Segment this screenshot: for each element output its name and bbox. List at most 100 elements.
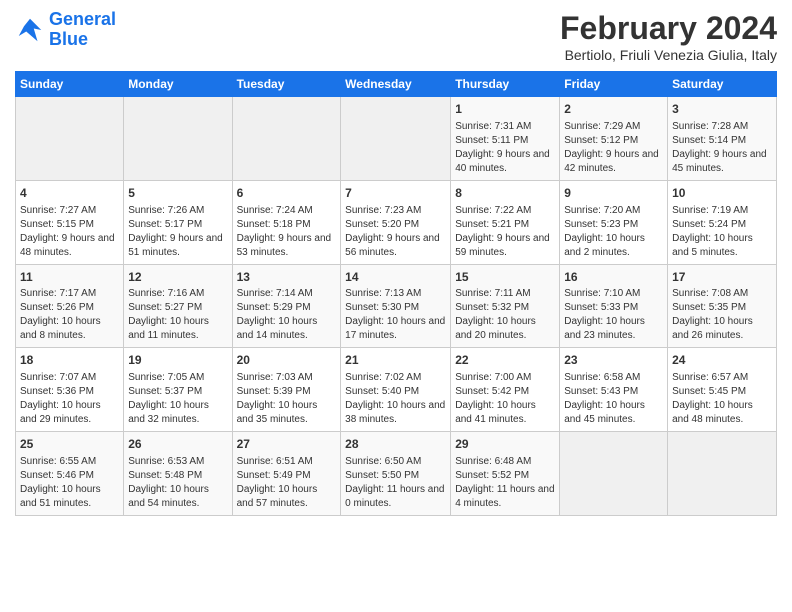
- day-of-week-header: Friday: [560, 72, 668, 97]
- day-info: Sunrise: 6:57 AM Sunset: 5:45 PM Dayligh…: [672, 371, 772, 427]
- day-number: 16: [564, 269, 663, 286]
- calendar-cell: 5 Sunrise: 7:26 AM Sunset: 5:17 PM Daylig…: [124, 180, 232, 264]
- day-info: Sunrise: 7:23 AM Sunset: 5:20 PM Dayligh…: [345, 204, 446, 260]
- day-number: 5: [128, 185, 227, 202]
- day-info: Sunrise: 7:24 AM Sunset: 5:18 PM Dayligh…: [237, 204, 337, 260]
- day-of-week-header: Wednesday: [341, 72, 451, 97]
- logo-icon: [15, 15, 45, 45]
- day-number: 21: [345, 352, 446, 369]
- day-info: Sunrise: 7:10 AM Sunset: 5:33 PM Dayligh…: [564, 287, 663, 343]
- day-number: 13: [237, 269, 337, 286]
- calendar-cell: 15Sunrise: 7:11 AM Sunset: 5:32 PM Dayli…: [451, 264, 560, 348]
- day-number: 9: [564, 185, 663, 202]
- day-of-week-header: Saturday: [668, 72, 777, 97]
- logo-text: General Blue: [49, 10, 116, 50]
- calendar-cell: 4Sunrise: 7:27 AM Sunset: 5:15 PM Daylig…: [16, 180, 124, 264]
- day-info: Sunrise: 7:16 AM Sunset: 5:27 PM Dayligh…: [128, 287, 227, 343]
- day-info: Sunrise: 6:48 AM Sunset: 5:52 PM Dayligh…: [455, 455, 555, 511]
- day-info: Sunrise: 7:02 AM Sunset: 5:40 PM Dayligh…: [345, 371, 446, 427]
- calendar-cell: 10 Sunrise: 7:19 AM Sunset: 5:24 PM Dayli…: [668, 180, 777, 264]
- calendar-cell: 22 Sunrise: 7:00 AM Sunset: 5:42 PM Dayli…: [451, 348, 560, 432]
- day-info: Sunrise: 6:53 AM Sunset: 5:48 PM Dayligh…: [128, 455, 227, 511]
- day-number: 20: [237, 352, 337, 369]
- day-number: 10: [672, 185, 772, 202]
- calendar-week-row: 18 Sunrise: 7:07 AM Sunset: 5:36 PM Dayli…: [16, 348, 777, 432]
- calendar-cell: [16, 97, 124, 181]
- day-info: Sunrise: 6:55 AM Sunset: 5:46 PM Dayligh…: [20, 455, 119, 511]
- calendar-body: 1 Sunrise: 7:31 AM Sunset: 5:11 PM Daylig…: [16, 97, 777, 516]
- calendar-cell: [232, 97, 341, 181]
- day-info: Sunrise: 7:11 AM Sunset: 5:32 PM Dayligh…: [455, 287, 555, 343]
- day-info: Sunrise: 6:50 AM Sunset: 5:50 PM Dayligh…: [345, 455, 446, 511]
- calendar-cell: 12Sunrise: 7:16 AM Sunset: 5:27 PM Dayli…: [124, 264, 232, 348]
- day-number: 22: [455, 352, 555, 369]
- calendar-cell: 17Sunrise: 7:08 AM Sunset: 5:35 PM Dayli…: [668, 264, 777, 348]
- day-info: Sunrise: 7:17 AM Sunset: 5:26 PM Dayligh…: [20, 287, 119, 343]
- calendar-cell: 6 Sunrise: 7:24 AM Sunset: 5:18 PM Daylig…: [232, 180, 341, 264]
- day-info: Sunrise: 7:05 AM Sunset: 5:37 PM Dayligh…: [128, 371, 227, 427]
- day-info: Sunrise: 7:27 AM Sunset: 5:15 PM Dayligh…: [20, 204, 119, 260]
- calendar-title: February 2024: [560, 10, 777, 47]
- day-info: Sunrise: 7:08 AM Sunset: 5:35 PM Dayligh…: [672, 287, 772, 343]
- calendar-cell: 14Sunrise: 7:13 AM Sunset: 5:30 PM Dayli…: [341, 264, 451, 348]
- day-info: Sunrise: 7:22 AM Sunset: 5:21 PM Dayligh…: [455, 204, 555, 260]
- day-info: Sunrise: 6:58 AM Sunset: 5:43 PM Dayligh…: [564, 371, 663, 427]
- day-number: 11: [20, 269, 119, 286]
- day-number: 14: [345, 269, 446, 286]
- title-block: February 2024 Bertiolo, Friuli Venezia G…: [560, 10, 777, 63]
- day-number: 6: [237, 185, 337, 202]
- day-number: 24: [672, 352, 772, 369]
- day-number: 7: [345, 185, 446, 202]
- calendar-header-row: SundayMondayTuesdayWednesdayThursdayFrid…: [16, 72, 777, 97]
- calendar-cell: 2Sunrise: 7:29 AM Sunset: 5:12 PM Daylig…: [560, 97, 668, 181]
- day-number: 8: [455, 185, 555, 202]
- calendar-cell: 25 Sunrise: 6:55 AM Sunset: 5:46 PM Dayli…: [16, 432, 124, 516]
- calendar-cell: 29 Sunrise: 6:48 AM Sunset: 5:52 PM Dayli…: [451, 432, 560, 516]
- day-info: Sunrise: 7:31 AM Sunset: 5:11 PM Dayligh…: [455, 120, 555, 176]
- day-number: 17: [672, 269, 772, 286]
- calendar-cell: 24 Sunrise: 6:57 AM Sunset: 5:45 PM Dayli…: [668, 348, 777, 432]
- day-number: 23: [564, 352, 663, 369]
- calendar-week-row: 4Sunrise: 7:27 AM Sunset: 5:15 PM Daylig…: [16, 180, 777, 264]
- calendar-cell: 9 Sunrise: 7:20 AM Sunset: 5:23 PM Daylig…: [560, 180, 668, 264]
- day-number: 1: [455, 101, 555, 118]
- day-number: 12: [128, 269, 227, 286]
- day-info: Sunrise: 7:20 AM Sunset: 5:23 PM Dayligh…: [564, 204, 663, 260]
- calendar-week-row: 11Sunrise: 7:17 AM Sunset: 5:26 PM Dayli…: [16, 264, 777, 348]
- calendar-cell: 28 Sunrise: 6:50 AM Sunset: 5:50 PM Dayli…: [341, 432, 451, 516]
- day-info: Sunrise: 7:00 AM Sunset: 5:42 PM Dayligh…: [455, 371, 555, 427]
- day-info: Sunrise: 7:03 AM Sunset: 5:39 PM Dayligh…: [237, 371, 337, 427]
- day-number: 28: [345, 436, 446, 453]
- calendar-cell: 1 Sunrise: 7:31 AM Sunset: 5:11 PM Daylig…: [451, 97, 560, 181]
- calendar-cell: 20 Sunrise: 7:03 AM Sunset: 5:39 PM Dayli…: [232, 348, 341, 432]
- day-info: Sunrise: 7:28 AM Sunset: 5:14 PM Dayligh…: [672, 120, 772, 176]
- calendar-week-row: 1 Sunrise: 7:31 AM Sunset: 5:11 PM Daylig…: [16, 97, 777, 181]
- day-info: Sunrise: 7:07 AM Sunset: 5:36 PM Dayligh…: [20, 371, 119, 427]
- day-of-week-header: Sunday: [16, 72, 124, 97]
- calendar-cell: [124, 97, 232, 181]
- day-info: Sunrise: 7:29 AM Sunset: 5:12 PM Dayligh…: [564, 120, 663, 176]
- calendar-cell: 18 Sunrise: 7:07 AM Sunset: 5:36 PM Dayli…: [16, 348, 124, 432]
- day-info: Sunrise: 7:19 AM Sunset: 5:24 PM Dayligh…: [672, 204, 772, 260]
- day-of-week-header: Monday: [124, 72, 232, 97]
- day-number: 15: [455, 269, 555, 286]
- calendar-week-row: 25 Sunrise: 6:55 AM Sunset: 5:46 PM Dayli…: [16, 432, 777, 516]
- day-number: 29: [455, 436, 555, 453]
- calendar-cell: 19Sunrise: 7:05 AM Sunset: 5:37 PM Dayli…: [124, 348, 232, 432]
- calendar-cell: [560, 432, 668, 516]
- page-header: General Blue February 2024 Bertiolo, Fri…: [15, 10, 777, 63]
- calendar-cell: 27Sunrise: 6:51 AM Sunset: 5:49 PM Dayli…: [232, 432, 341, 516]
- calendar-cell: 23 Sunrise: 6:58 AM Sunset: 5:43 PM Dayli…: [560, 348, 668, 432]
- calendar-cell: 7 Sunrise: 7:23 AM Sunset: 5:20 PM Daylig…: [341, 180, 451, 264]
- logo: General Blue: [15, 10, 116, 50]
- day-info: Sunrise: 7:26 AM Sunset: 5:17 PM Dayligh…: [128, 204, 227, 260]
- calendar-cell: 11Sunrise: 7:17 AM Sunset: 5:26 PM Dayli…: [16, 264, 124, 348]
- day-info: Sunrise: 6:51 AM Sunset: 5:49 PM Dayligh…: [237, 455, 337, 511]
- day-number: 18: [20, 352, 119, 369]
- calendar-subtitle: Bertiolo, Friuli Venezia Giulia, Italy: [560, 47, 777, 63]
- day-number: 25: [20, 436, 119, 453]
- calendar-cell: 3 Sunrise: 7:28 AM Sunset: 5:14 PM Daylig…: [668, 97, 777, 181]
- day-number: 3: [672, 101, 772, 118]
- calendar-cell: 13Sunrise: 7:14 AM Sunset: 5:29 PM Dayli…: [232, 264, 341, 348]
- calendar-cell: [341, 97, 451, 181]
